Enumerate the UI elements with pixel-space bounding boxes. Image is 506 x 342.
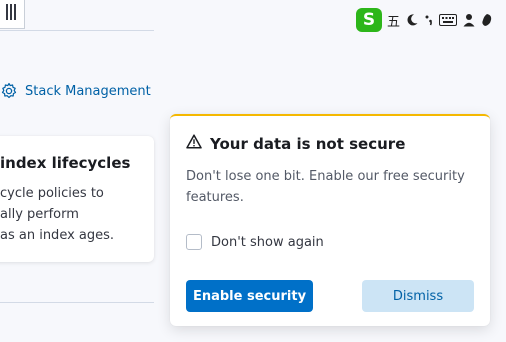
enable-security-button[interactable]: Enable security bbox=[186, 280, 313, 312]
gear-icon bbox=[0, 82, 18, 100]
card-text-line: ally perform bbox=[0, 207, 79, 222]
popup-header: Your data is not secure bbox=[186, 134, 405, 153]
keyboard-icon[interactable] bbox=[439, 14, 458, 26]
index-lifecycle-card[interactable]: index lifecycles cycle policies to ally … bbox=[0, 136, 154, 262]
security-popup: Your data is not secure Don't lose one b… bbox=[170, 114, 490, 326]
card-text-line: cycle policies to bbox=[0, 186, 104, 201]
ime-toolbar: S 五 bbox=[356, 8, 506, 32]
dont-show-again-label: Don't show again bbox=[211, 234, 324, 250]
popup-message: Don't lose one bit. Enable our free secu… bbox=[186, 169, 465, 205]
skin-icon[interactable] bbox=[481, 13, 493, 27]
barcode-icon bbox=[6, 4, 18, 20]
section-divider bbox=[0, 302, 154, 303]
header-divider bbox=[0, 30, 154, 31]
warning-icon bbox=[186, 134, 202, 153]
dont-show-again-row[interactable]: Don't show again bbox=[186, 234, 324, 250]
ime-input-mode[interactable]: 五 bbox=[387, 11, 400, 30]
popup-title: Your data is not secure bbox=[210, 134, 406, 153]
card-title: index lifecycles bbox=[0, 154, 131, 172]
moon-icon[interactable] bbox=[405, 13, 419, 27]
punctuation-icon[interactable] bbox=[424, 13, 434, 27]
dismiss-button[interactable]: Dismiss bbox=[362, 280, 474, 312]
toolbar-corner[interactable] bbox=[0, 0, 25, 29]
user-icon[interactable] bbox=[462, 13, 476, 27]
card-text-line: as an index ages. bbox=[0, 228, 115, 243]
page: Stack Management index lifecycles cycle … bbox=[0, 0, 506, 342]
dont-show-again-checkbox[interactable] bbox=[186, 234, 202, 250]
stack-management-label: Stack Management bbox=[25, 83, 151, 99]
stack-management-link[interactable]: Stack Management bbox=[0, 81, 151, 101]
ime-logo[interactable]: S bbox=[356, 8, 382, 32]
